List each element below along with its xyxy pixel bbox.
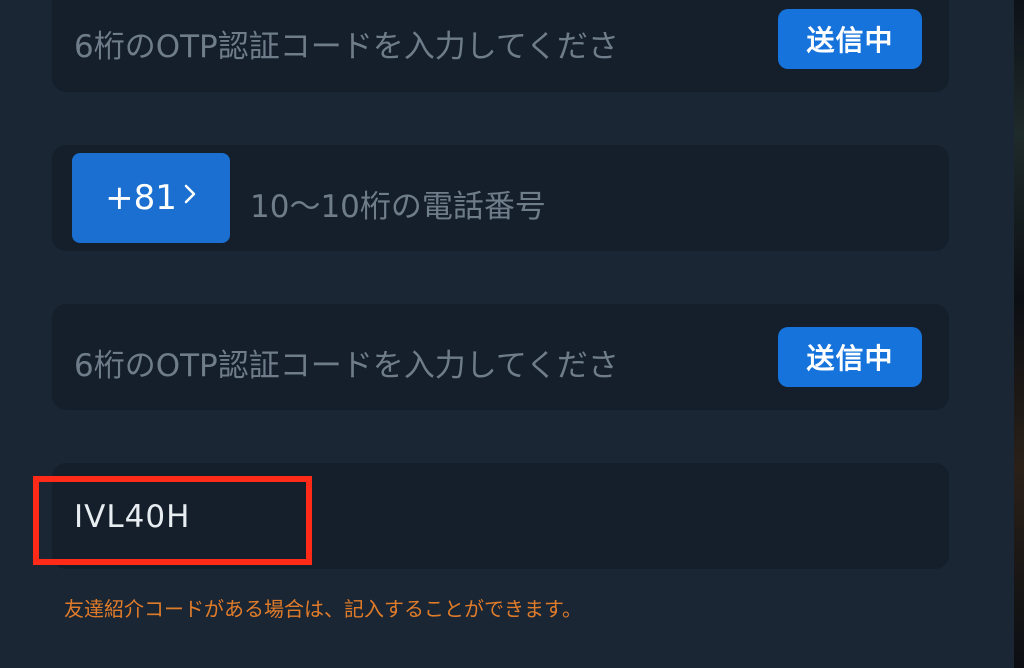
phone-field[interactable]: +81 10〜10桁の電話番号	[52, 145, 949, 251]
phone-number-input[interactable]: 10〜10桁の電話番号	[250, 181, 546, 226]
background-edge	[1014, 0, 1024, 668]
otp-placeholder-bottom[interactable]: 6桁のOTP認証コードを入力してくださ	[74, 340, 660, 385]
referral-hint-text: 友達紹介コードがある場合は、記入することができます。	[64, 597, 582, 621]
chevron-right-icon	[184, 184, 196, 204]
country-code-selector[interactable]: +81	[72, 153, 230, 243]
highlight-annotation-box	[33, 476, 312, 565]
country-code-label: +81	[105, 178, 177, 218]
otp-field-top[interactable]: 6桁のOTP認証コードを入力してくださ 送信中	[52, 0, 949, 92]
send-otp-button-top[interactable]: 送信中	[778, 9, 922, 69]
otp-placeholder-top[interactable]: 6桁のOTP認証コードを入力してくださ	[74, 21, 660, 66]
send-otp-button-bottom[interactable]: 送信中	[778, 327, 922, 387]
otp-field-bottom[interactable]: 6桁のOTP認証コードを入力してくださ 送信中	[52, 304, 949, 410]
